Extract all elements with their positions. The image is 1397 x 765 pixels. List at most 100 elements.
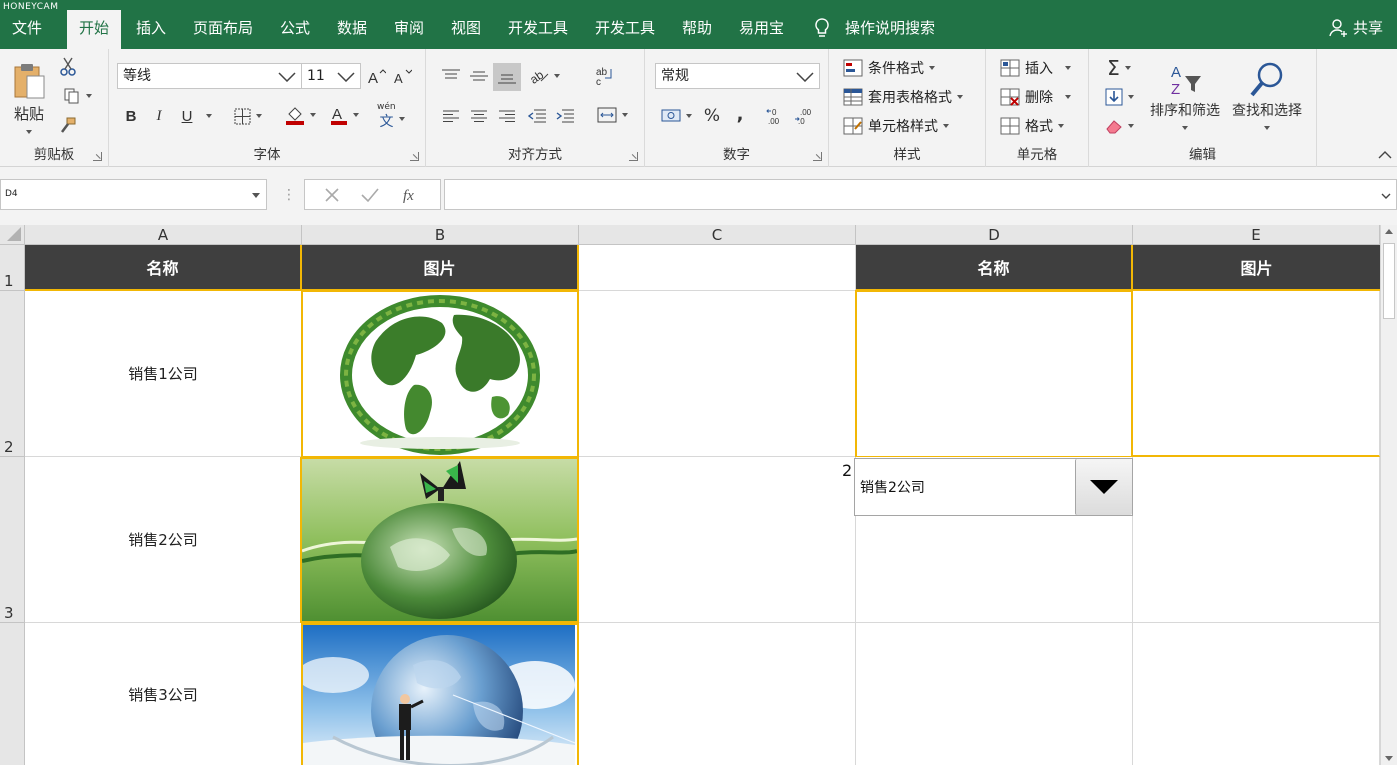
clipboard-launcher-icon[interactable]: [93, 152, 102, 161]
scroll-down-icon[interactable]: [1385, 756, 1393, 761]
accounting-format-button[interactable]: [655, 105, 697, 127]
vertical-scrollbar[interactable]: [1380, 225, 1397, 765]
row-header-4[interactable]: [0, 623, 25, 765]
paste-button[interactable]: 粘贴: [8, 55, 50, 141]
font-launcher-icon[interactable]: [410, 152, 419, 161]
tab-review[interactable]: 审阅: [382, 10, 436, 49]
align-middle-button[interactable]: [468, 65, 490, 87]
copy-button[interactable]: [58, 86, 96, 106]
format-painter-button[interactable]: [58, 115, 78, 135]
tab-data[interactable]: 数据: [325, 10, 379, 49]
borders-button[interactable]: [228, 105, 268, 127]
underline-button[interactable]: U: [175, 105, 199, 127]
conditional-formatting-button[interactable]: 条件格式: [843, 58, 935, 78]
bold-button[interactable]: B: [119, 105, 143, 127]
row-header-1[interactable]: 1: [0, 245, 25, 291]
cell-e1-header[interactable]: 图片: [1133, 245, 1380, 291]
tab-help[interactable]: 帮助: [670, 10, 724, 49]
format-as-table-button[interactable]: 套用表格格式: [843, 87, 963, 107]
cell-d4[interactable]: [856, 623, 1133, 765]
tab-easy-tool[interactable]: 易用宝: [727, 10, 796, 49]
cell-e2[interactable]: [1133, 291, 1380, 457]
name-box[interactable]: D4: [0, 179, 267, 210]
enter-check-icon[interactable]: [361, 187, 380, 203]
data-validation-dropdown[interactable]: 销售2公司: [854, 458, 1133, 516]
tell-me-search[interactable]: 操作说明搜索: [813, 10, 935, 46]
format-cells-button[interactable]: 格式: [1000, 116, 1064, 136]
tab-file[interactable]: 文件: [0, 10, 54, 49]
blue-globe-businessman-picture[interactable]: [303, 625, 575, 765]
decrease-decimal-button[interactable]: .00.0: [793, 105, 815, 127]
tab-home[interactable]: 开始: [67, 10, 122, 49]
clear-button[interactable]: [1099, 115, 1139, 137]
number-format-combo[interactable]: 常规: [655, 63, 820, 89]
comma-style-button[interactable]: ,: [729, 103, 751, 125]
alignment-launcher-icon[interactable]: [629, 152, 638, 161]
cell-a2[interactable]: 销售1公司: [25, 291, 302, 457]
autosum-button[interactable]: Σ: [1099, 56, 1139, 80]
merge-center-button[interactable]: [592, 103, 632, 127]
earth-butterfly-picture[interactable]: [302, 459, 577, 621]
row-header-2[interactable]: 2: [0, 291, 25, 457]
align-top-button[interactable]: [440, 65, 462, 87]
increase-decimal-button[interactable]: 0.00: [765, 105, 787, 127]
cell-c1[interactable]: [579, 245, 856, 291]
underline-caret-icon[interactable]: [206, 114, 212, 118]
cell-d1-header[interactable]: 名称: [856, 245, 1133, 291]
align-bottom-button[interactable]: [493, 63, 521, 91]
column-header-c[interactable]: C: [579, 225, 856, 245]
column-header-e[interactable]: E: [1133, 225, 1380, 245]
align-center-button[interactable]: [468, 105, 490, 127]
share-button[interactable]: 共享: [1329, 10, 1383, 46]
font-name-combo[interactable]: 等线: [117, 63, 302, 89]
cell-a3[interactable]: 销售2公司: [25, 457, 302, 623]
cell-b1-header[interactable]: 图片: [302, 245, 579, 291]
font-color-button[interactable]: A: [324, 103, 364, 127]
phonetic-button[interactable]: wén 文: [373, 102, 415, 130]
tab-developer[interactable]: 开发工具: [496, 10, 580, 49]
tab-developer-2[interactable]: 开发工具: [583, 10, 667, 49]
cell-c4[interactable]: [579, 623, 856, 765]
dropdown-arrow-button[interactable]: [1075, 459, 1132, 515]
formula-input[interactable]: [444, 179, 1397, 210]
align-left-button[interactable]: [440, 105, 462, 127]
tab-page-layout[interactable]: 页面布局: [181, 10, 265, 49]
cut-button[interactable]: [58, 57, 78, 77]
italic-button[interactable]: I: [147, 105, 171, 127]
tab-view[interactable]: 视图: [439, 10, 493, 49]
cell-c3[interactable]: [579, 457, 856, 623]
align-right-button[interactable]: [496, 105, 518, 127]
cell-a4[interactable]: 销售3公司: [25, 623, 302, 765]
font-size-combo[interactable]: 11: [301, 63, 361, 89]
formula-bar-grip[interactable]: ⋮: [282, 187, 296, 203]
cancel-icon[interactable]: [324, 187, 340, 203]
insert-function-icon[interactable]: fx: [401, 186, 421, 204]
tab-insert[interactable]: 插入: [124, 10, 178, 49]
column-header-a[interactable]: A: [25, 225, 302, 245]
increase-font-size-button[interactable]: A: [367, 67, 387, 87]
decrease-indent-button[interactable]: [526, 105, 548, 127]
insert-cells-button[interactable]: 插入: [1000, 58, 1071, 78]
number-launcher-icon[interactable]: [813, 152, 822, 161]
cell-styles-button[interactable]: 单元格样式: [843, 116, 949, 136]
percent-button[interactable]: %: [701, 105, 723, 127]
fill-color-button[interactable]: [280, 103, 320, 127]
increase-indent-button[interactable]: [554, 105, 576, 127]
cell-e3[interactable]: [1133, 457, 1380, 623]
decrease-font-size-button[interactable]: A: [393, 67, 413, 87]
find-select-button[interactable]: 查找和选择: [1227, 55, 1307, 137]
sort-filter-button[interactable]: A Z 排序和筛选: [1143, 55, 1227, 137]
cell-a1-header[interactable]: 名称: [25, 245, 302, 291]
scroll-up-icon[interactable]: [1385, 229, 1393, 234]
cell-e4[interactable]: [1133, 623, 1380, 765]
scrollbar-thumb[interactable]: [1383, 243, 1395, 319]
cell-c2[interactable]: [579, 291, 856, 457]
select-all-button[interactable]: [0, 225, 25, 245]
wrap-text-button[interactable]: ab c: [594, 65, 616, 87]
tab-formulas[interactable]: 公式: [268, 10, 322, 49]
row-header-3[interactable]: 3: [0, 457, 25, 623]
delete-cells-button[interactable]: 删除: [1000, 87, 1071, 107]
green-globe-picture[interactable]: [304, 293, 576, 455]
column-header-d[interactable]: D: [856, 225, 1133, 245]
fill-button[interactable]: [1099, 86, 1139, 108]
